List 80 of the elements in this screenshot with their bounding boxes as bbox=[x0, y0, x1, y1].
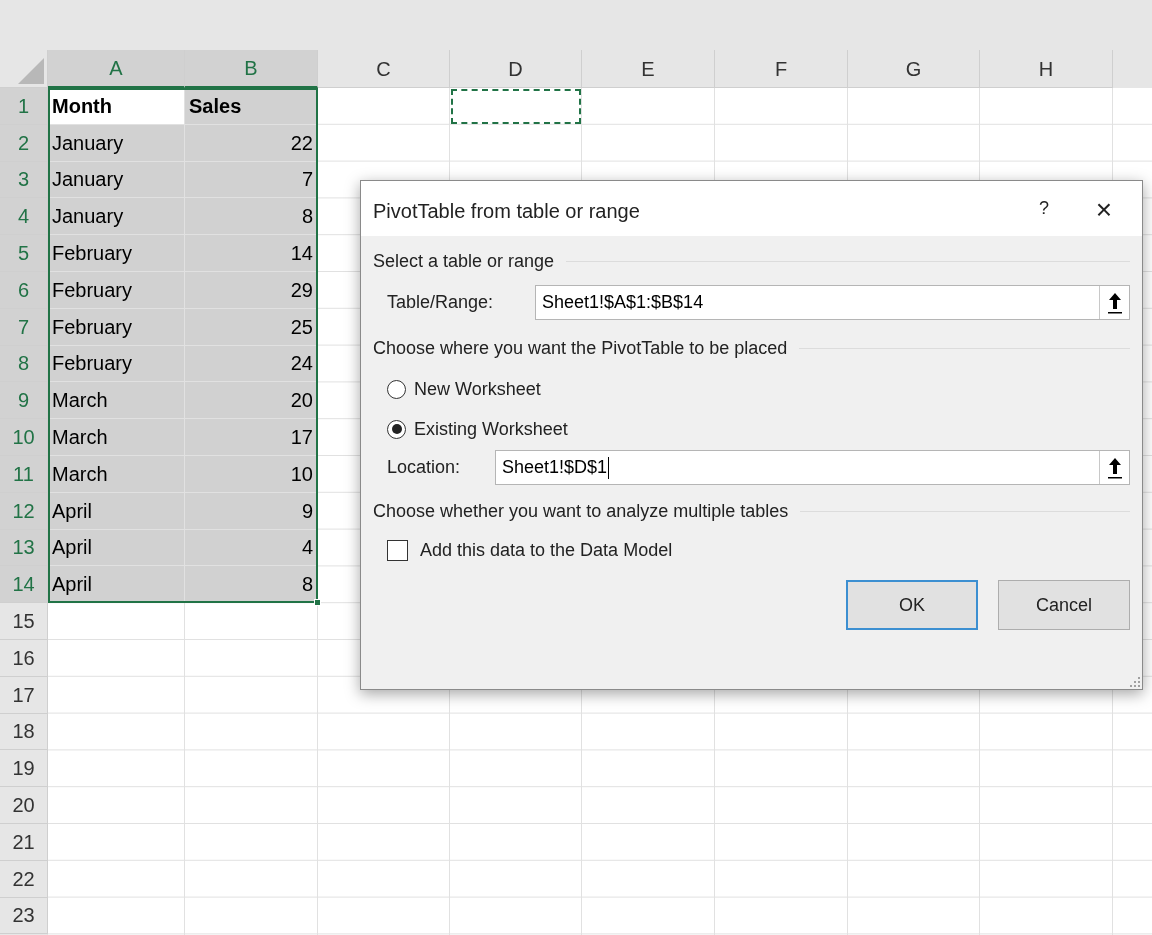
checkbox-label[interactable]: Add this data to the Data Model bbox=[420, 536, 673, 564]
table-cell: 8 bbox=[185, 566, 318, 604]
text-cursor bbox=[608, 456, 610, 479]
column-header[interactable]: F bbox=[715, 50, 848, 88]
radio-label[interactable]: New Worksheet bbox=[414, 375, 541, 403]
table-cell: 24 bbox=[185, 345, 318, 383]
range-field[interactable]: Sheet1!$A$1:$B$14 bbox=[535, 285, 1130, 320]
table-cell: February bbox=[48, 235, 185, 272]
row-header[interactable]: 19 bbox=[0, 750, 48, 788]
table-cell: 29 bbox=[185, 272, 318, 309]
row-header[interactable]: 4 bbox=[0, 198, 48, 236]
table-cell: 25 bbox=[185, 308, 318, 346]
up-arrow-icon bbox=[1106, 456, 1123, 479]
row-header[interactable]: 10 bbox=[0, 419, 48, 456]
table-cell: 14 bbox=[185, 235, 318, 272]
row-header[interactable]: 22 bbox=[0, 860, 48, 898]
table-cell: March bbox=[48, 419, 185, 456]
table-cell: February bbox=[48, 345, 185, 383]
table-cell: 17 bbox=[185, 419, 318, 456]
column-header[interactable]: B bbox=[185, 50, 318, 88]
row-header[interactable]: 15 bbox=[0, 603, 48, 640]
table-cell: April bbox=[48, 566, 185, 604]
checkbox[interactable] bbox=[387, 539, 408, 561]
row-header[interactable]: 7 bbox=[0, 308, 48, 346]
radio-button[interactable] bbox=[387, 419, 406, 439]
row-header[interactable]: 21 bbox=[0, 823, 48, 861]
dialog-button[interactable]: OK bbox=[846, 580, 978, 630]
section-heading: Choose where you want the PivotTable to be placed bbox=[373, 336, 788, 360]
radio-button[interactable] bbox=[387, 379, 406, 399]
table-cell: February bbox=[48, 272, 185, 309]
row-header[interactable]: 8 bbox=[0, 345, 48, 383]
table-cell: April bbox=[48, 492, 185, 530]
row-header[interactable]: 1 bbox=[0, 88, 48, 125]
table-cell: 22 bbox=[185, 124, 318, 162]
row-header[interactable]: 18 bbox=[0, 713, 48, 751]
column-header[interactable]: A bbox=[48, 50, 185, 88]
row-header[interactable]: 13 bbox=[0, 529, 48, 567]
close-button[interactable]: × bbox=[1074, 188, 1134, 229]
row-header[interactable]: 11 bbox=[0, 455, 48, 493]
dialog-title: PivotTable from table or range bbox=[373, 198, 641, 224]
column-header[interactable]: H bbox=[980, 50, 1113, 88]
table-cell: April bbox=[48, 529, 185, 567]
resize-grip-icon[interactable] bbox=[1130, 677, 1140, 687]
row-header[interactable]: 20 bbox=[0, 787, 48, 824]
section-heading: Choose whether you want to analyze multiple tables bbox=[373, 499, 789, 523]
row-header[interactable]: 3 bbox=[0, 161, 48, 199]
range-field[interactable]: Sheet1!$D$1 bbox=[495, 450, 1130, 485]
table-cell: January bbox=[48, 124, 185, 162]
table-cell: 4 bbox=[185, 529, 318, 567]
dialog-button[interactable]: Cancel bbox=[998, 580, 1130, 630]
column-header[interactable]: E bbox=[582, 50, 715, 88]
column-header[interactable]: C bbox=[318, 50, 450, 88]
row-header[interactable]: 2 bbox=[0, 124, 48, 162]
table-cell: 10 bbox=[185, 455, 318, 493]
row-header[interactable]: 23 bbox=[0, 897, 48, 935]
section-heading: Select a table or range bbox=[373, 249, 555, 273]
table-cell: January bbox=[48, 198, 185, 236]
table-cell: 8 bbox=[185, 198, 318, 236]
field-label: Table/Range: bbox=[387, 291, 495, 314]
up-arrow-icon bbox=[1106, 291, 1123, 314]
row-header[interactable]: 14 bbox=[0, 566, 48, 604]
row-header[interactable]: 12 bbox=[0, 492, 48, 530]
radio-label[interactable]: Existing Worksheet bbox=[414, 415, 568, 443]
column-header[interactable]: D bbox=[450, 50, 582, 88]
table-cell: March bbox=[48, 382, 185, 420]
row-header[interactable]: 9 bbox=[0, 382, 48, 420]
row-header[interactable]: 16 bbox=[0, 639, 48, 677]
field-label: Location: bbox=[387, 456, 462, 479]
row-header[interactable]: 17 bbox=[0, 676, 48, 714]
row-header[interactable]: 6 bbox=[0, 272, 48, 309]
table-cell: January bbox=[48, 161, 185, 199]
row-header[interactable]: 5 bbox=[0, 235, 48, 272]
table-cell: 20 bbox=[185, 382, 318, 420]
table-cell: February bbox=[48, 308, 185, 346]
table-cell: 9 bbox=[185, 492, 318, 530]
table-cell: March bbox=[48, 455, 185, 493]
column-header[interactable]: G bbox=[848, 50, 980, 88]
table-cell: Sales bbox=[185, 88, 318, 125]
help-button[interactable]: ? bbox=[1014, 188, 1074, 229]
table-cell: 7 bbox=[185, 161, 318, 199]
